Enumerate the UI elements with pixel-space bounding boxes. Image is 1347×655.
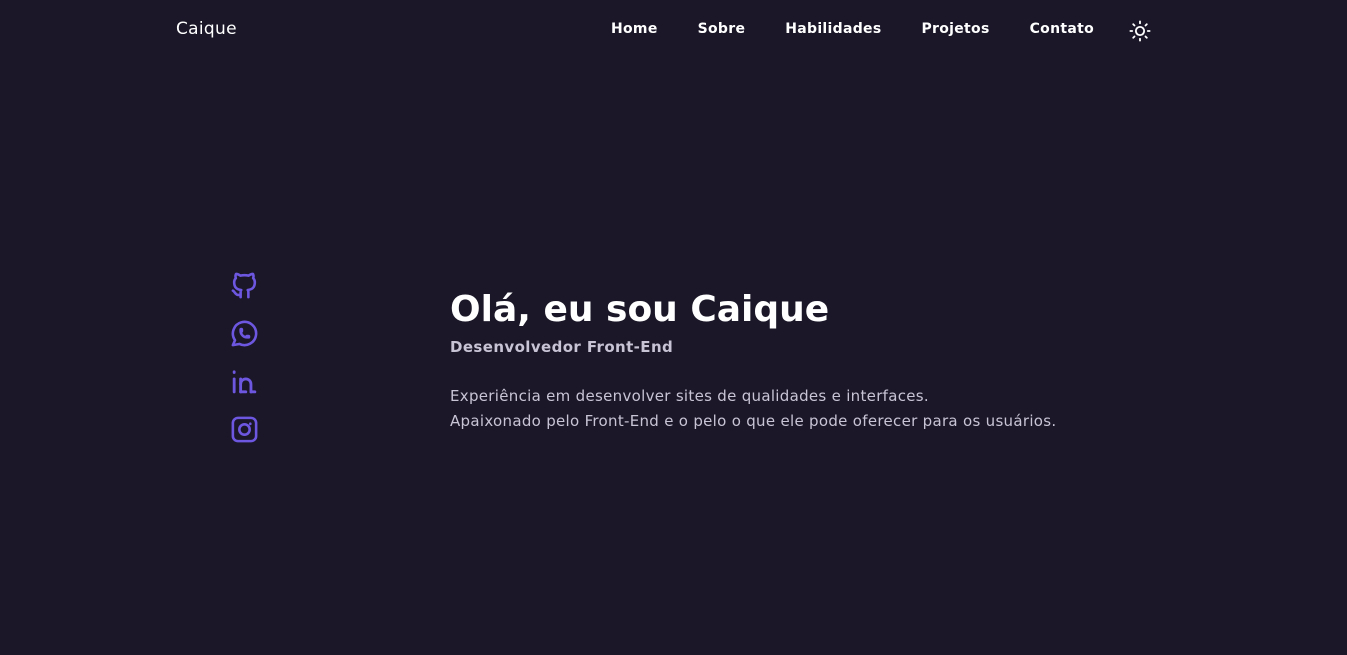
hero-description-line-1: Experiência em desenvolver sites de qual… (450, 387, 929, 405)
logo-link[interactable]: Caique (176, 19, 237, 39)
sun-icon (1129, 20, 1151, 42)
github-icon (231, 272, 257, 299)
linkedin-link[interactable] (229, 366, 260, 397)
nav-link-home[interactable]: Home (611, 21, 658, 37)
instagram-icon (231, 416, 258, 443)
whatsapp-icon (231, 320, 258, 347)
whatsapp-link[interactable] (229, 318, 260, 349)
instagram-link[interactable] (229, 414, 260, 445)
main-nav: Home Sobre Habilidades Projetos Contato (611, 21, 1094, 37)
hero-title: Olá, eu sou Caique (450, 289, 830, 330)
theme-toggle-button[interactable] (1129, 20, 1151, 42)
nav-link-sobre[interactable]: Sobre (698, 21, 746, 37)
hero-description-line-2: Apaixonado pelo Front-End e o pelo o que… (450, 412, 1057, 430)
hero-subtitle: Desenvolvedor Front-End (450, 338, 674, 356)
social-links (229, 270, 260, 445)
nav-link-projetos[interactable]: Projetos (921, 21, 989, 37)
hero-description: Experiência em desenvolver sites de qual… (450, 384, 1210, 434)
nav-link-habilidades[interactable]: Habilidades (785, 21, 881, 37)
linkedin-icon (232, 370, 257, 394)
hero-section: Olá, eu sou Caique Desenvolvedor Front-E… (450, 288, 1210, 434)
site-header: Caique Home Sobre Habilidades Projetos C… (0, 0, 1347, 60)
github-link[interactable] (229, 270, 260, 301)
nav-link-contato[interactable]: Contato (1030, 21, 1094, 37)
